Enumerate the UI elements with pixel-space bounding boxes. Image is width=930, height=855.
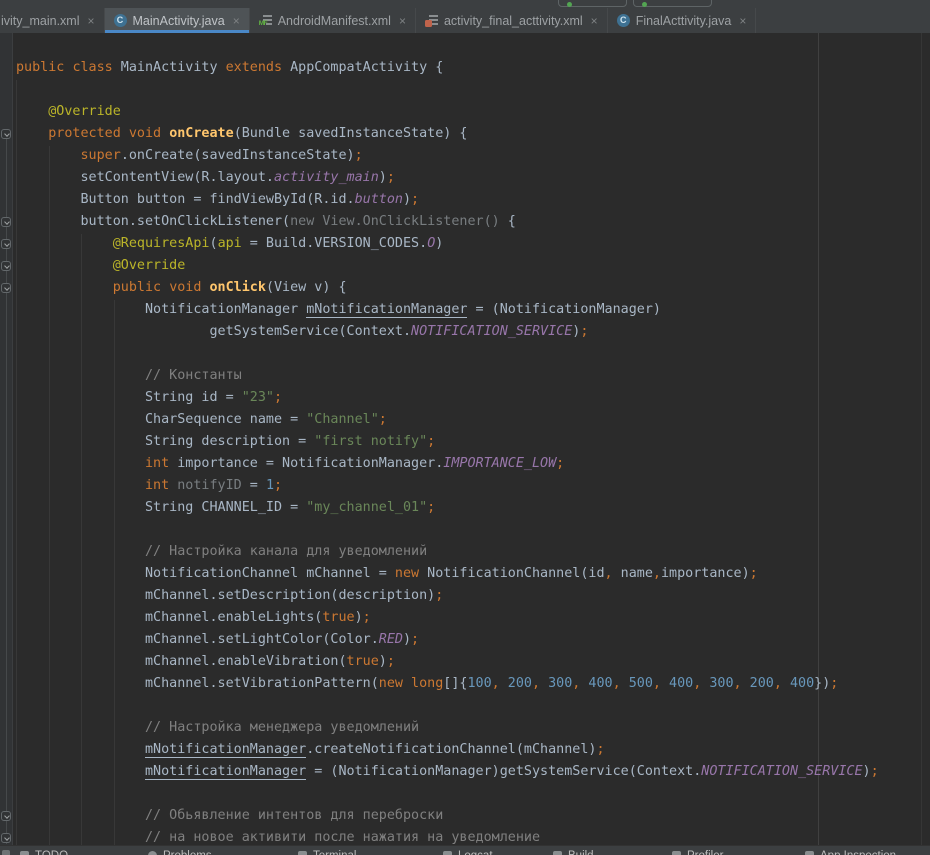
code-line: int importance = NotificationManager.IMP… [0,453,930,475]
close-tab-icon[interactable]: × [739,14,746,28]
code-line: mChannel.enableVibration(true); [0,651,930,673]
tool-window-label: Problems [163,849,212,855]
profiler-icon [672,851,681,855]
terminal-icon [298,851,307,855]
code-line [0,343,930,365]
code-line [0,695,930,717]
tool-window-label: TODO [35,849,68,855]
tool-window-button-app-inspection[interactable]: App Inspection [805,849,896,855]
tab-label: MainActivity.java [133,14,225,28]
main-toolbar-partial [0,0,930,8]
code-line: NotificationChannel mChannel = new Notif… [0,563,930,585]
java-class-icon: C [617,14,630,27]
app-inspection-icon [805,851,814,855]
tool-window-label: Profiler [687,849,723,855]
code-line: getSystemService(Context.NOTIFICATION_SE… [0,321,930,343]
code-editor[interactable]: public class MainActivity extends AppCom… [0,33,930,845]
tab-activity-final-acttivity-xml[interactable]: activity_final_acttivity.xml × [416,8,608,33]
device-status-dot [642,2,647,7]
code-line: super.onCreate(savedInstanceState); [0,145,930,167]
code-line [0,783,930,805]
fold-toggle-icon[interactable] [1,283,11,293]
editor-gutter[interactable] [0,33,13,845]
tool-window-button-logcat[interactable]: Logcat [443,849,493,855]
fold-toggle-icon[interactable] [1,261,11,271]
code-line: String CHANNEL_ID = "my_channel_01"; [0,497,930,519]
code-line: // Константы [0,365,930,387]
code-line: NotificationManager mNotificationManager… [0,299,930,321]
fold-toggle-icon[interactable] [1,833,11,843]
tool-window-label: App Inspection [820,849,896,855]
code-line: // на новое активити после нажатия на ув… [0,827,930,845]
code-line: @Override [0,101,930,123]
code-line: // Настройка канала для уведомлений [0,541,930,563]
code-line: CharSequence name = "Channel"; [0,409,930,431]
tab-label: AndroidManifest.xml [278,14,391,28]
layout-xml-icon [425,14,438,27]
code-line: button.setOnClickListener(new View.OnCli… [0,211,930,233]
tool-window-label: Build [568,849,594,855]
logcat-icon [443,851,452,855]
code-line: // Настройка менеджера уведомлений [0,717,930,739]
run-configuration-selector[interactable] [558,0,627,7]
code-line: int notifyID = 1; [0,475,930,497]
manifest-icon: MF [259,14,272,27]
java-class-icon: C [114,14,127,27]
device-selector[interactable] [633,0,712,7]
code-line [0,79,930,101]
code-line: // Обьявление интентов для переброски [0,805,930,827]
code-line: protected void onCreate(Bundle savedInst… [0,123,930,145]
editor-tab-bar: ivity_main.xml × C MainActivity.java × MF Andr… [0,8,930,33]
close-tab-icon[interactable]: × [591,14,598,28]
fold-toggle-icon[interactable] [1,239,11,249]
tool-window-button-terminal[interactable]: Terminal [298,849,356,855]
tool-window-label: Terminal [313,849,356,855]
tab-mainactivity-java[interactable]: C MainActivity.java × [105,8,250,33]
tool-window-button-problems[interactable]: Problems [148,849,212,855]
code-line: mChannel.setDescription(description); [0,585,930,607]
build-icon [553,851,562,855]
code-line: mNotificationManager = (NotificationMana… [0,761,930,783]
device-status-dot [567,2,572,7]
tab-ivity-main-xml[interactable]: ivity_main.xml × [0,8,105,33]
tab-finalacttivity-java[interactable]: C FinalActtivity.java × [608,8,757,33]
code-line: String description = "first notify"; [0,431,930,453]
code-line: mChannel.enableLights(true); [0,607,930,629]
code-line: mChannel.setVibrationPattern(new long[]{… [0,673,930,695]
code-line: @Override [0,255,930,277]
close-tab-icon[interactable]: × [88,14,95,28]
tool-window-button-todo[interactable]: TODO [20,849,68,855]
tab-label: FinalActtivity.java [636,14,732,28]
tool-window-button-build[interactable]: Build [553,849,594,855]
todo-icon [20,851,29,855]
code-line: String id = "23"; [0,387,930,409]
tool-window-button-profiler[interactable]: Profiler [672,849,723,855]
close-tab-icon[interactable]: × [399,14,406,28]
fold-toggle-icon[interactable] [1,217,11,227]
code-line: @RequiresApi(api = Build.VERSION_CODES.O… [0,233,930,255]
tab-label: activity_final_acttivity.xml [444,14,583,28]
tab-androidmanifest-xml[interactable]: MF AndroidManifest.xml × [250,8,416,33]
tool-window-bar: TODO Problems Terminal Logcat Build Profiler A… [0,845,930,855]
tool-window-label: Logcat [458,849,493,855]
code-line [0,519,930,541]
code-line: public void onClick(View v) { [0,277,930,299]
tool-window-stripe-icon[interactable] [2,850,10,855]
code-line: public class MainActivity extends AppCom… [0,57,930,79]
problems-icon [148,851,157,855]
code-line: setContentView(R.layout.activity_main); [0,167,930,189]
code-line: mChannel.setLightColor(Color.RED); [0,629,930,651]
android-studio-window: ivity_main.xml × C MainActivity.java × MF Andr… [0,0,930,855]
code-line: mNotificationManager.createNotificationC… [0,739,930,761]
close-tab-icon[interactable]: × [233,14,240,28]
code-text[interactable]: public class MainActivity extends AppCom… [0,57,930,845]
fold-toggle-icon[interactable] [1,129,11,139]
tab-label: ivity_main.xml [1,14,80,28]
fold-toggle-icon[interactable] [1,811,11,821]
code-line: Button button = findViewById(R.id.button… [0,189,930,211]
